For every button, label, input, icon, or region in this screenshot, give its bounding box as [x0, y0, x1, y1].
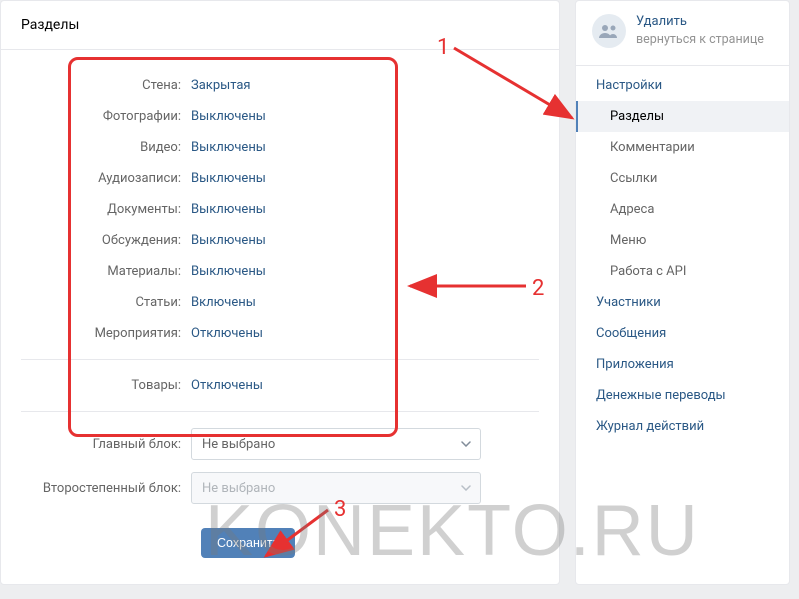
setting-label: Фотографии: [21, 109, 191, 124]
setting-value-video[interactable]: Выключены [191, 140, 266, 155]
divider [21, 411, 539, 412]
sidebar-header: Удалить вернуться к странице [576, 1, 789, 61]
sidebar-item-settings[interactable]: Настройки [576, 70, 789, 101]
sidebar-item-menu[interactable]: Меню [576, 225, 789, 256]
setting-row: Товары: Отключены [21, 370, 539, 401]
setting-label: Стена: [21, 78, 191, 93]
main-block-select[interactable]: Не выбрано [191, 428, 481, 460]
divider [576, 65, 789, 66]
setting-label: Материалы: [21, 264, 191, 279]
setting-row: Аудиозаписи: Выключены [21, 163, 539, 194]
sidebar-item-api[interactable]: Работа с API [576, 256, 789, 287]
page-title: Разделы [1, 1, 559, 50]
select-value: Не выбрано [202, 437, 275, 452]
divider [21, 359, 539, 360]
select-label: Второстепенный блок: [21, 481, 191, 496]
setting-value-discussions[interactable]: Выключены [191, 233, 266, 248]
back-to-page-link[interactable]: вернуться к странице [636, 31, 764, 49]
setting-label: Товары: [21, 378, 191, 393]
group-avatar-icon [592, 14, 626, 48]
setting-row: Мероприятия: Отключены [21, 318, 539, 349]
select-label: Главный блок: [21, 437, 191, 452]
setting-value-materials[interactable]: Выключены [191, 264, 266, 279]
setting-label: Аудиозаписи: [21, 171, 191, 186]
secondary-block-select: Не выбрано [191, 472, 481, 504]
setting-row: Документы: Выключены [21, 194, 539, 225]
setting-label: Документы: [21, 202, 191, 217]
sidebar-item-addresses[interactable]: Адреса [576, 194, 789, 225]
main-panel: Разделы Стена: Закрытая Фотографии: Выкл… [0, 0, 560, 585]
sidebar-item-messages[interactable]: Сообщения [576, 318, 789, 349]
setting-value-events[interactable]: Отключены [191, 326, 263, 341]
setting-value-docs[interactable]: Выключены [191, 202, 266, 217]
setting-row: Фотографии: Выключены [21, 101, 539, 132]
select-row: Главный блок: Не выбрано [21, 422, 539, 466]
sidebar-item-log[interactable]: Журнал действий [576, 411, 789, 442]
sidebar-item-apps[interactable]: Приложения [576, 349, 789, 380]
setting-row: Обсуждения: Выключены [21, 225, 539, 256]
select-value: Не выбрано [202, 481, 275, 496]
setting-value-audio[interactable]: Выключены [191, 171, 266, 186]
setting-label: Обсуждения: [21, 233, 191, 248]
sidebar-item-comments[interactable]: Комментарии [576, 132, 789, 163]
setting-label: Статьи: [21, 295, 191, 310]
sidebar: Удалить вернуться к странице Настройки Р… [575, 0, 790, 585]
sidebar-item-money[interactable]: Денежные переводы [576, 380, 789, 411]
select-row: Второстепенный блок: Не выбрано [21, 466, 539, 510]
save-button[interactable]: Сохранить [201, 528, 295, 558]
delete-link[interactable]: Удалить [636, 13, 764, 31]
setting-row: Стена: Закрытая [21, 70, 539, 101]
sidebar-item-links[interactable]: Ссылки [576, 163, 789, 194]
setting-label: Мероприятия: [21, 326, 191, 341]
setting-value-goods[interactable]: Отключены [191, 378, 263, 393]
setting-row: Видео: Выключены [21, 132, 539, 163]
setting-value-wall[interactable]: Закрытая [191, 78, 251, 93]
sidebar-item-members[interactable]: Участники [576, 287, 789, 318]
setting-row: Материалы: Выключены [21, 256, 539, 287]
sidebar-item-sections[interactable]: Разделы [576, 101, 789, 132]
setting-label: Видео: [21, 140, 191, 155]
setting-value-articles[interactable]: Включены [191, 295, 256, 310]
setting-row: Статьи: Включены [21, 287, 539, 318]
setting-value-photos[interactable]: Выключены [191, 109, 266, 124]
